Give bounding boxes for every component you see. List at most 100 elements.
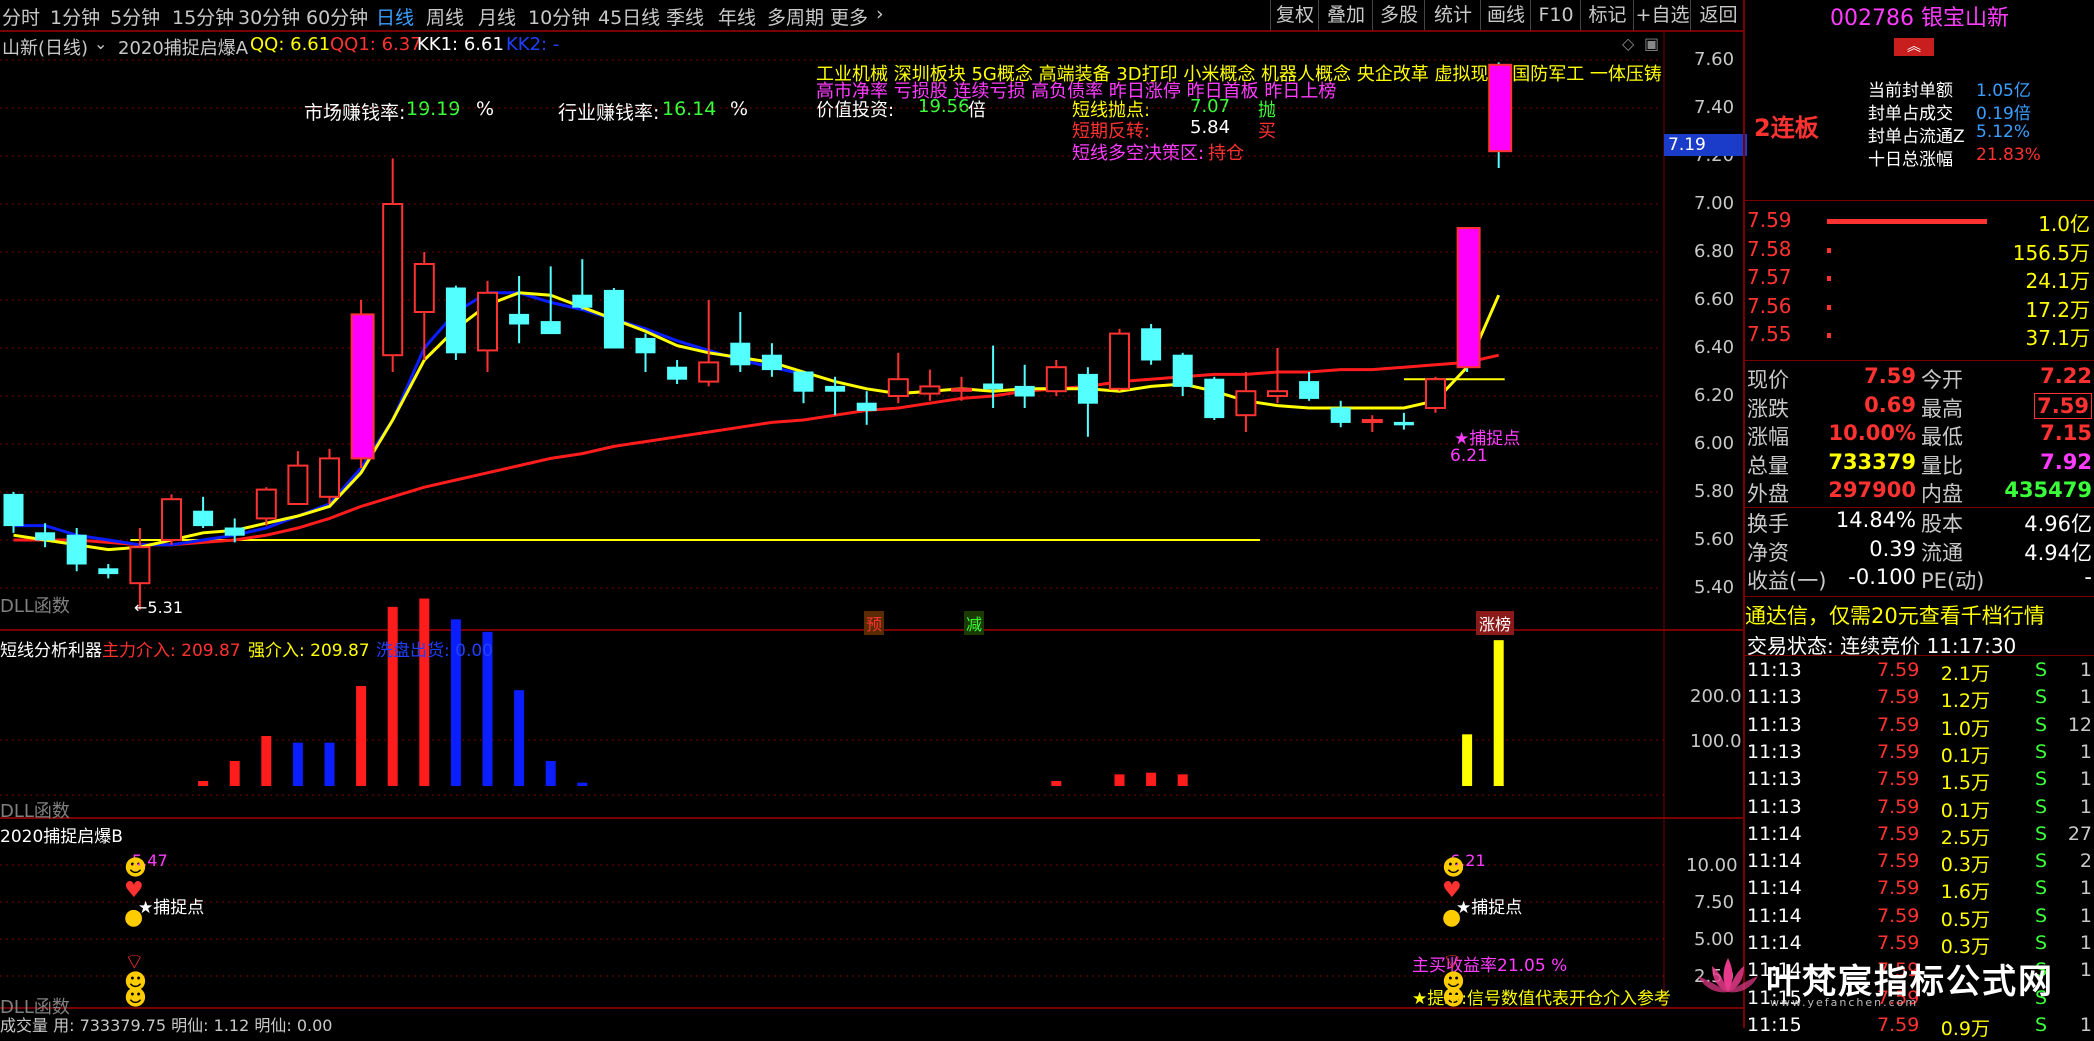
y-axis-label: 5.40 xyxy=(1694,577,1735,598)
quote-value: 733379 xyxy=(1828,449,1916,474)
ad-banner[interactable]: 通达信，仅需20元查看千档行情 xyxy=(1745,600,2045,630)
candle-up xyxy=(1045,366,1067,393)
main-dll-label: DLL函数 xyxy=(0,596,70,617)
quote-row: 外盘 297900 内盘 435479 xyxy=(1745,478,2094,506)
tick-side: S xyxy=(2035,659,2048,681)
quote-label: 涨跌 xyxy=(1747,396,1789,421)
y-axis-label: 6.80 xyxy=(1694,241,1735,262)
candle-down xyxy=(983,383,1004,390)
signal-bar xyxy=(387,606,398,786)
tick-row: 11:14 7.59 0.5万 S 1 xyxy=(1745,905,2094,932)
tick-time: 11:14 xyxy=(1747,850,1802,873)
order-book-row: 7.56 17.2万 xyxy=(1745,294,2094,322)
candle-up xyxy=(887,378,909,398)
tick-price: 7.59 xyxy=(1877,904,1920,927)
tick-volume: 0.1万 xyxy=(1940,744,1990,767)
order-price: 7.58 xyxy=(1747,236,1792,261)
candle-down xyxy=(572,294,593,308)
tick-count: 1 xyxy=(2079,1013,2092,1036)
candle-up xyxy=(1361,419,1383,423)
candle-limit-up xyxy=(1456,227,1481,369)
order-book-row: 7.55 37.1万 xyxy=(1745,322,2094,350)
tick-count: 1 xyxy=(2079,740,2092,763)
quote-label: 涨幅 xyxy=(1747,425,1789,449)
order-bar xyxy=(1827,304,1831,310)
tick-side: S xyxy=(2035,1013,2048,1036)
tick-price: 7.59 xyxy=(1877,659,1920,681)
tick-time: 11:15 xyxy=(1747,1013,1802,1036)
fund-value: 0.39 xyxy=(1869,536,1916,561)
tick-volume: 1.5万 xyxy=(1940,772,1990,795)
tick-time: 11:13 xyxy=(1747,659,1802,681)
collapse-up-icon[interactable]: ︽ xyxy=(1894,38,1934,56)
fund-label: 净资 xyxy=(1747,540,1789,565)
quote-label: 现价 xyxy=(1747,368,1789,392)
y-axis-label: 6.40 xyxy=(1694,337,1735,358)
signal-bar xyxy=(324,742,335,786)
candle-down xyxy=(793,371,814,392)
seal-stat-value: 1.05亿 xyxy=(1976,81,2031,101)
candle-down xyxy=(1141,328,1162,361)
candle-up xyxy=(477,291,498,352)
candle-down xyxy=(1330,407,1351,423)
tick-side: S xyxy=(2035,932,2048,954)
fund-row: 净资 0.39 流通 4.94亿 xyxy=(1745,537,2094,565)
seal-stat-label: 封单占流通Z xyxy=(1868,127,1965,147)
y-axis-label: 7.40 xyxy=(1694,97,1735,118)
candlestick-chart xyxy=(0,30,1745,1009)
candle-down xyxy=(540,321,561,335)
fund-row: 换手 14.84% 股本 4.96亿 xyxy=(1745,508,2094,536)
tick-count: 27 xyxy=(2067,822,2092,845)
order-book-row: 7.58 156.5万 xyxy=(1745,237,2094,265)
quote-value: 7.92 xyxy=(2040,449,2092,474)
tick-count: 1 xyxy=(2079,877,2092,900)
candle-up xyxy=(255,488,277,520)
heart-icon: ♥ xyxy=(124,878,144,903)
candle-down xyxy=(509,313,530,325)
main-catch-value: 6.21 xyxy=(1450,446,1488,466)
current-price-tag: 7.19 xyxy=(1664,134,1747,156)
y-axis-label: 7.00 xyxy=(1694,193,1735,214)
order-book-top-divider xyxy=(1745,200,2094,201)
tick-volume: 2.1万 xyxy=(1940,663,1990,685)
order-bar xyxy=(1827,276,1831,281)
quote-value: 0.69 xyxy=(1864,392,1916,417)
limit-list-tag: 涨榜 xyxy=(1476,611,1515,635)
tick-time: 11:13 xyxy=(1747,795,1802,818)
tick-count: 1 xyxy=(2079,686,2092,709)
order-volume: 37.1万 xyxy=(2025,326,2090,350)
candle-up xyxy=(1109,332,1130,390)
order-price: 7.59 xyxy=(1747,208,1792,232)
sub2-y-5: 5.00 xyxy=(1694,929,1735,950)
order-price: 7.55 xyxy=(1747,322,1792,346)
sub1-y-100: 100.0 xyxy=(1690,731,1742,752)
tick-volume: 0.3万 xyxy=(1940,854,1990,877)
tick-count: 1 xyxy=(2079,959,2092,982)
volume-status-bar: 成交量 用: 733379.75 明仙: 1.12 明仙: 0.00 xyxy=(0,1016,333,1035)
order-book-row: 7.57 24.1万 xyxy=(1745,265,2094,293)
tick-side: S xyxy=(2035,768,2048,791)
order-book-divider xyxy=(1745,360,2094,361)
stock-name: 银宝山新 xyxy=(1920,6,2009,31)
seal-stat-label: 十日总涨幅 xyxy=(1868,150,1953,170)
quote-value: 10.00% xyxy=(1828,421,1916,445)
order-book-row: 7.59 1.0亿 xyxy=(1745,208,2094,236)
sub2-yield: 主买收益率21.05 % xyxy=(1412,956,1568,976)
signal-bar xyxy=(1114,774,1125,786)
sub2-title[interactable]: 2020捕捉启爆B xyxy=(0,822,123,847)
signal-bar xyxy=(577,782,588,786)
tick-count: 1 xyxy=(2079,795,2092,818)
quote-label: 今开 xyxy=(1921,368,1963,392)
stock-title[interactable]: 002786 银宝山新 xyxy=(1745,0,2094,38)
quote-label: 内盘 xyxy=(1921,482,1963,506)
signal-bar xyxy=(1493,640,1504,786)
tick-price: 7.59 xyxy=(1877,932,1920,954)
order-bar xyxy=(1827,247,1831,253)
fund-value: 4.94亿 xyxy=(2024,540,2092,565)
fund-value: - xyxy=(2084,565,2092,589)
order-volume: 156.5万 xyxy=(2012,240,2090,265)
tick-side: S xyxy=(2035,740,2048,763)
tick-side: S xyxy=(2035,822,2048,845)
sub1-title[interactable]: 短线分析利器 xyxy=(0,636,102,661)
candle-down xyxy=(66,534,87,565)
